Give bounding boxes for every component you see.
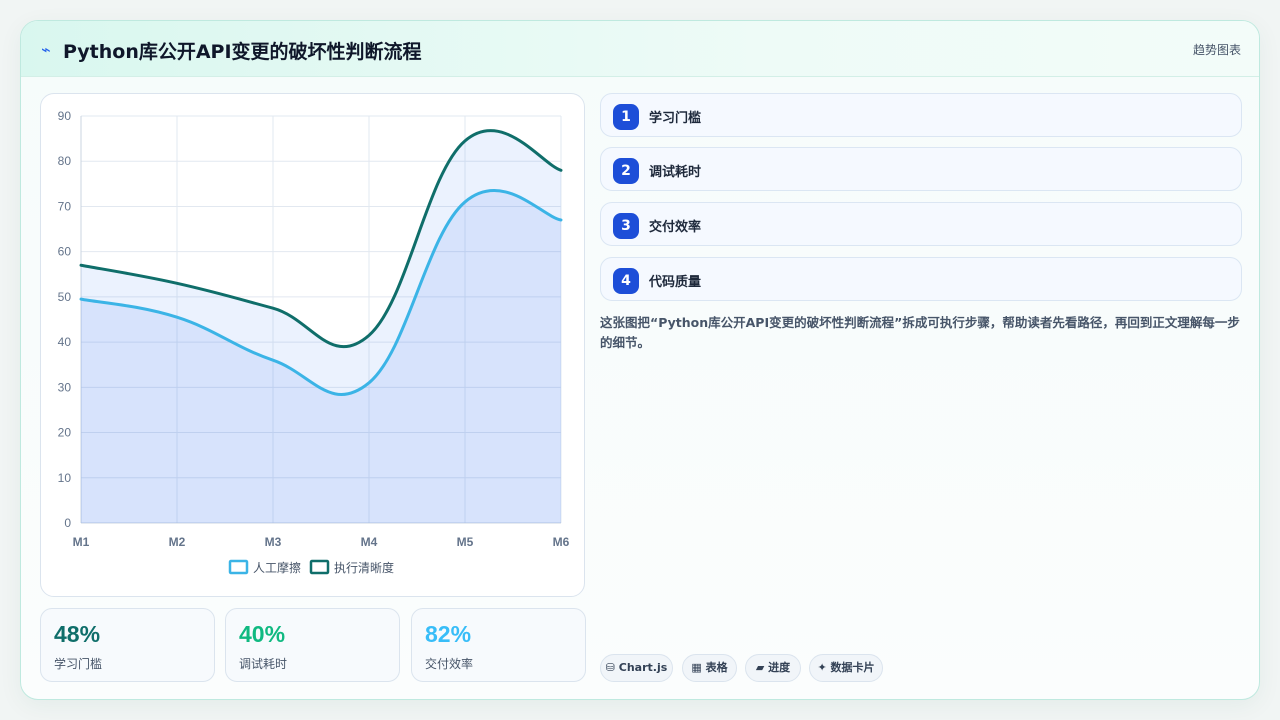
y-tick-label: 80 [58,154,72,168]
legend-swatch [228,559,249,575]
step-number-badge: 3 [613,213,639,239]
step-item-2[interactable]: 2 调试耗时 [600,147,1242,191]
step-number-badge: 4 [613,268,639,294]
x-tick-label: M3 [265,535,282,549]
legend-swatch [309,559,330,575]
chart-panel: 0 10 20 30 40 50 60 70 80 90 M1 M2 M3 M4 M5 M6 人工摩擦 执行清晰度 [40,93,585,597]
y-tick-label: 40 [58,335,72,349]
chart-type-tag: 趋势图表 [1192,43,1241,57]
stat-card-1: 48% 学习门槛 [40,608,215,682]
step-number-badge: 2 [613,158,639,184]
stat-label: 调试耗时 [239,657,288,671]
step-item-4[interactable]: 4 代码质量 [600,257,1242,301]
stat-card-3: 82% 交付效率 [411,608,586,682]
pill-label: 表格 [705,661,728,674]
stat-card-2: 40% 调试耗时 [225,608,400,682]
step-label: 交付效率 [649,220,702,235]
y-tick-label: 90 [58,109,72,123]
pulse-icon: ⌁ [41,40,51,59]
y-tick-label: 10 [58,471,72,485]
x-tick-label: M1 [73,535,90,549]
header-bar: ⌁ Python库公开API变更的破坏性判断流程 趋势图表 [21,21,1259,77]
tech-pill-progress[interactable]: ▰ 进度 [745,654,801,682]
y-tick-label: 30 [58,380,72,394]
tech-pill-table[interactable]: ▦ 表格 [682,654,737,682]
y-tick-label: 0 [64,516,71,530]
stat-value: 48% [54,621,101,647]
step-item-3[interactable]: 3 交付效率 [600,202,1242,246]
y-tick-label: 50 [58,290,72,304]
pill-label: Chart.js [618,661,668,674]
x-tick-label: M5 [457,535,474,549]
stat-value: 40% [239,621,286,647]
tech-pill-data-card[interactable]: ✦ 数据卡片 [809,654,883,682]
step-number-badge: 1 [613,104,639,130]
step-label: 调试耗时 [649,165,702,180]
step-label: 代码质量 [649,275,702,290]
x-tick-label: M6 [553,535,570,549]
sparkle-icon: ✦ [817,661,827,674]
page-title: Python库公开API变更的破坏性判断流程 [63,41,422,63]
legend-label: 人工摩擦 [253,560,301,575]
table-icon: ▦ [691,661,702,674]
pill-label: 进度 [768,661,791,674]
y-tick-label: 20 [58,426,72,440]
legend-label: 执行清晰度 [334,560,394,575]
step-label: 学习门槛 [649,111,702,126]
stat-label: 学习门槛 [54,657,103,671]
database-icon: ⛁ [605,661,615,674]
stat-label: 交付效率 [425,657,474,671]
stat-value: 82% [425,621,472,647]
progress-icon: ▰ [755,661,765,674]
tech-pill-chartjs[interactable]: ⛁ Chart.js [600,654,673,682]
description-text: 这张图把“Python库公开API变更的破坏性判断流程”拆成可执行步骤，帮助读者… [600,315,1240,350]
main-card: ⌁ Python库公开API变更的破坏性判断流程 趋势图表 0 10 20 30 40 5… [20,20,1260,700]
y-tick-label: 60 [58,245,72,259]
x-tick-label: M4 [361,535,378,549]
pill-label: 数据卡片 [830,661,875,674]
y-tick-label: 70 [58,199,72,213]
step-item-1[interactable]: 1 学习门槛 [600,93,1242,137]
x-tick-label: M2 [169,535,186,549]
line-chart: 0 10 20 30 40 50 60 70 80 90 M1 M2 M3 M4 M5 M6 人工摩擦 执行清晰度 [58,109,570,575]
